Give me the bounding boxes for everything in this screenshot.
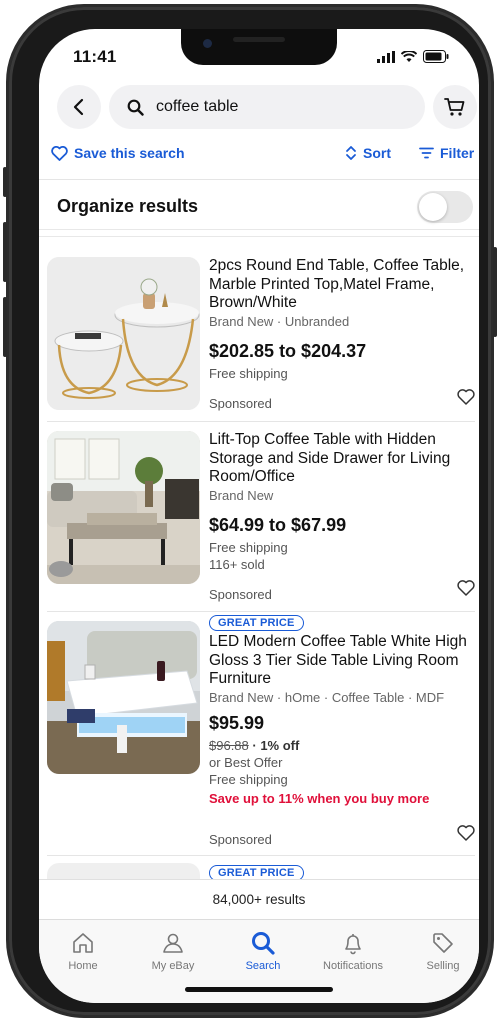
search-row: coffee table (57, 85, 477, 129)
sort-icon (346, 146, 356, 160)
divider (39, 179, 479, 180)
original-price: $96.88 (209, 737, 249, 753)
search-icon (252, 932, 275, 955)
tab-my-ebay-label: My eBay (151, 960, 195, 972)
round-tables-image (47, 257, 200, 410)
power-button (493, 247, 497, 337)
item-sold-count: 116+ sold (209, 556, 265, 572)
watch-heart-icon[interactable] (457, 825, 475, 841)
item-shipping: Free shipping (209, 771, 288, 787)
tab-selling-label: Selling (426, 960, 460, 972)
notch (181, 29, 337, 65)
screen: 11:41 coffee table Save this search Sort… (39, 29, 479, 1003)
tab-my-ebay[interactable]: My eBay (129, 926, 217, 972)
item-title[interactable]: Lift-Top Coffee Table with Hidden Storag… (209, 431, 477, 487)
organize-label: Organize results (57, 196, 199, 216)
divider (47, 855, 475, 856)
sponsored-label: Sponsored (209, 587, 272, 602)
save-search-button[interactable]: Save this search (51, 145, 185, 161)
phone-frame: 11:41 coffee table Save this search Sort… (3, 4, 497, 1018)
item-price: $95.99 (209, 712, 265, 733)
toggle-knob (419, 193, 447, 221)
volume-up-button (3, 222, 7, 282)
section-separator (39, 229, 479, 237)
organize-row: Organize results (39, 183, 479, 229)
item-original-price: $96.88 · 1% off (209, 738, 477, 753)
battery-icon (423, 50, 449, 63)
cart-icon (444, 98, 465, 116)
sort-label: Sort (363, 145, 391, 161)
sponsored-label: Sponsored (209, 396, 272, 411)
divider (47, 421, 475, 422)
filter-label: Filter (440, 145, 475, 161)
discount-label: · 1% off (248, 737, 300, 753)
item-info: Lift-Top Coffee Table with Hidden Storag… (209, 431, 477, 572)
item-price: $64.99 to $67.99 (209, 514, 347, 535)
home-icon (73, 933, 93, 953)
wifi-icon (401, 50, 417, 62)
tab-home-label: Home (68, 960, 98, 972)
tab-selling[interactable]: Selling (399, 926, 479, 972)
tag-icon (433, 933, 453, 953)
item-condition: Brand New (209, 487, 274, 503)
tab-notifications[interactable]: Notifications (309, 926, 397, 972)
search-icon (127, 99, 144, 116)
bell-icon (345, 934, 361, 955)
item-info: 2pcs Round End Table, Coffee Table, Marb… (209, 257, 477, 381)
tab-home[interactable]: Home (39, 926, 127, 972)
volume-down-button (3, 297, 7, 357)
item-image[interactable] (47, 621, 200, 774)
search-input[interactable]: coffee table (109, 85, 425, 129)
item-shipping: Free shipping (209, 539, 288, 555)
heart-icon (51, 145, 68, 161)
tab-search-label: Search (245, 960, 281, 972)
great-price-badge: GREAT PRICE (209, 615, 304, 631)
promo-label: Save up to 11% when you buy more (209, 790, 430, 806)
led-table-image (47, 621, 200, 774)
item-shipping: Free shipping (209, 365, 288, 381)
sort-button[interactable]: Sort (345, 145, 391, 161)
item-image[interactable] (47, 257, 200, 410)
item-condition: Brand New · hOme · Coffee Table · MDF (209, 689, 445, 705)
best-offer-label: or Best Offer (209, 754, 283, 770)
tab-search[interactable]: Search (219, 926, 307, 972)
item-price: $202.85 to $204.37 (209, 340, 367, 361)
back-button[interactable] (57, 85, 101, 129)
signal-icon (377, 50, 395, 63)
save-search-label: Save this search (74, 145, 185, 161)
item-title[interactable]: LED Modern Coffee Table White High Gloss… (209, 633, 477, 689)
filter-icon (419, 147, 434, 159)
tab-notifications-label: Notifications (323, 960, 383, 972)
chevron-left-icon (73, 98, 84, 116)
status-time: 11:41 (73, 47, 117, 66)
search-query: coffee table (156, 98, 239, 115)
action-row: Save this search Sort Filter (39, 145, 479, 167)
person-icon (163, 933, 183, 953)
results-count: 84,000+ results (39, 879, 479, 919)
watch-heart-icon[interactable] (457, 389, 475, 405)
filter-button[interactable]: Filter (419, 145, 474, 161)
item-info: GREAT PRICE LED Modern Coffee Table Whit… (209, 613, 477, 806)
item-condition: Brand New · Unbranded (209, 313, 350, 329)
mute-switch (3, 167, 7, 197)
item-title[interactable]: 2pcs Round End Table, Coffee Table, Marb… (209, 257, 477, 313)
divider (47, 611, 475, 612)
lift-top-table-image (47, 431, 200, 584)
sponsored-label: Sponsored (209, 832, 272, 847)
watch-heart-icon[interactable] (457, 580, 475, 596)
organize-toggle[interactable] (417, 191, 473, 223)
home-indicator (185, 987, 333, 992)
cart-button[interactable] (433, 85, 477, 129)
item-image[interactable] (47, 431, 200, 584)
